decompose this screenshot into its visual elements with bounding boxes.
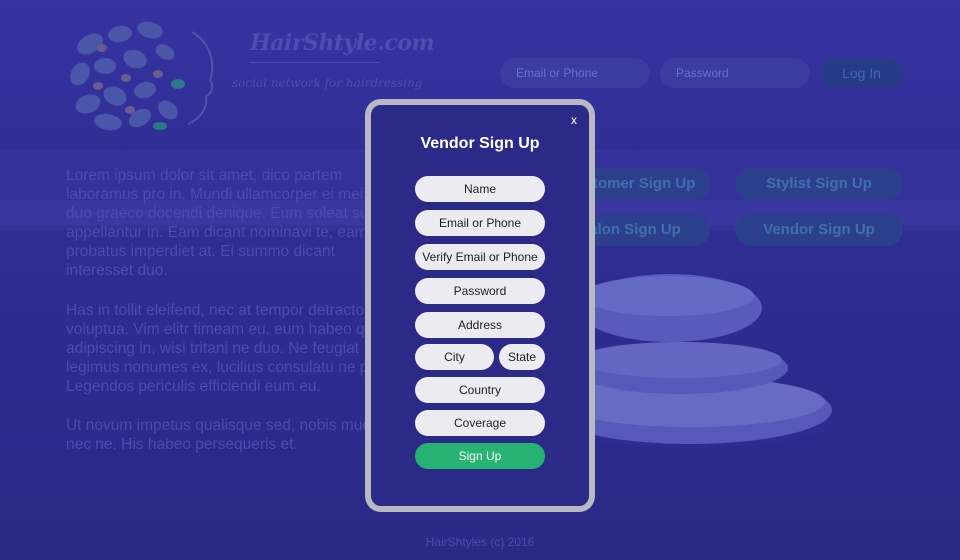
hair-logo-icon <box>70 21 214 131</box>
intro-paragraph: Lorem ipsum dolor sit amet, dico partem … <box>66 167 404 279</box>
name-field[interactable]: Name <box>415 176 545 202</box>
brand: HairShtyle.com <box>250 30 435 67</box>
brand-tagline: social network for hairdressing <box>232 76 423 90</box>
header-email-input[interactable]: Email or Phone <box>500 58 650 88</box>
city-field[interactable]: City <box>415 344 494 370</box>
address-field[interactable]: Address <box>415 312 545 338</box>
modal-title: Vendor Sign Up <box>420 135 540 152</box>
vendor-signup-modal: x Vendor Sign Up Name Email or Phone Ver… <box>365 99 595 512</box>
verify-email-field[interactable]: Verify Email or Phone <box>415 244 545 270</box>
login-button[interactable]: Log In <box>820 58 903 88</box>
brand-name: HairShtyle.com <box>250 30 435 56</box>
password-field[interactable]: Password <box>415 278 545 304</box>
coverage-field[interactable]: Coverage <box>415 410 545 436</box>
state-field[interactable]: State <box>499 344 545 370</box>
intro-paragraph: Has in tollit eleifend, nec at tempor de… <box>66 302 402 395</box>
stylist-signup-button[interactable]: Stylist Sign Up <box>735 168 903 200</box>
header-password-input[interactable]: Password <box>660 58 810 88</box>
country-field[interactable]: Country <box>415 377 545 403</box>
intro-paragraph: Ut novum impetus qualisque sed, nobis mu… <box>66 417 390 453</box>
signup-button[interactable]: Sign Up <box>415 443 545 469</box>
vendor-signup-button[interactable]: Vendor Sign Up <box>735 214 903 246</box>
email-field[interactable]: Email or Phone <box>415 210 545 236</box>
brand-divider <box>250 62 380 63</box>
footer-copyright: HairShtyles (c) 2016 <box>425 535 535 549</box>
close-icon[interactable]: x <box>571 113 577 127</box>
